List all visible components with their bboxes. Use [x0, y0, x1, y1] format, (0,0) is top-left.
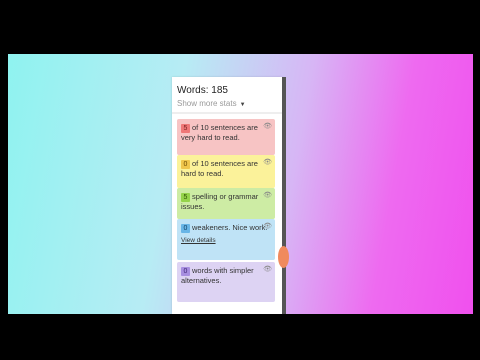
eye-icon[interactable]: 👁	[263, 222, 272, 232]
suggestion-spelling-grammar[interactable]: 5 spelling or grammar issues. 👁	[177, 188, 275, 219]
suggestion-text: weakeners. Nice work.	[192, 223, 268, 232]
suggestion-count-badge: 5	[181, 193, 190, 202]
suggestion-simpler-alternatives[interactable]: 0 words with simpler alternatives. 👁	[177, 262, 275, 302]
suggestion-text: words with simpler alternatives.	[181, 266, 254, 285]
show-more-stats-toggle[interactable]: Show more stats ▼	[177, 99, 246, 108]
eye-icon[interactable]: 👁	[263, 265, 272, 275]
view-details-link[interactable]: View details	[181, 236, 270, 246]
word-count: Words: 185	[177, 85, 228, 96]
chevron-down-icon: ▼	[239, 102, 246, 108]
suggestion-text: of 10 sentences are hard to read.	[181, 159, 258, 178]
drag-handle[interactable]	[278, 246, 289, 268]
suggestion-very-hard-sentences[interactable]: 5 of 10 sentences are very hard to read. …	[177, 119, 275, 155]
suggestion-weakeners[interactable]: 0 weakeners. Nice work. View details 👁	[177, 219, 275, 260]
eye-icon[interactable]: 👁	[263, 191, 272, 201]
suggestion-hard-sentences[interactable]: 0 of 10 sentences are hard to read. 👁	[177, 155, 275, 188]
eye-icon[interactable]: 👁	[263, 122, 272, 132]
stats-panel: Words: 185 Show more stats ▼ 5 of 10 sente…	[172, 77, 282, 314]
suggestion-count-badge: 0	[181, 267, 190, 276]
show-more-stats-label: Show more stats	[177, 99, 237, 108]
suggestion-count-badge: 5	[181, 124, 190, 133]
suggestion-count-badge: 0	[181, 160, 190, 169]
suggestion-text: spelling or grammar issues.	[181, 192, 259, 211]
divider	[172, 112, 282, 114]
video-frame: Words: 185 Show more stats ▼ 5 of 10 sente…	[8, 54, 473, 314]
panel-scrollbar[interactable]	[282, 77, 286, 314]
suggestion-text: of 10 sentences are very hard to read.	[181, 123, 258, 142]
eye-icon[interactable]: 👁	[263, 158, 272, 168]
suggestion-count-badge: 0	[181, 224, 190, 233]
